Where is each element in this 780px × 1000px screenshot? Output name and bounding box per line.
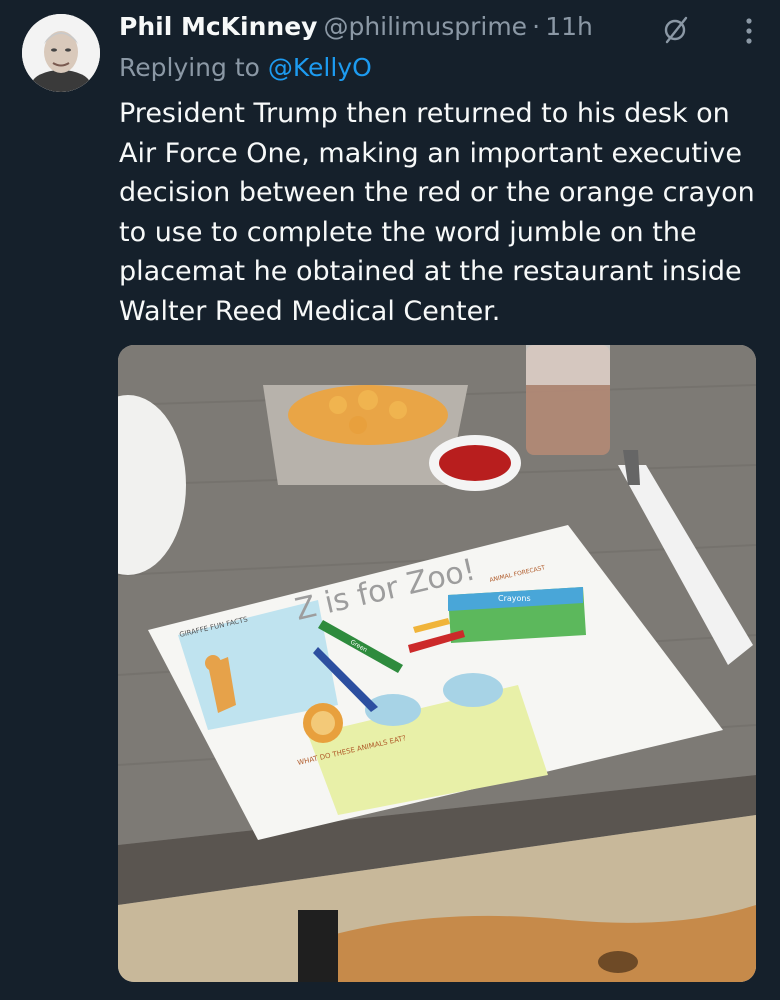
author-avatar[interactable] [22,14,100,92]
reply-mention-link[interactable]: @KellyO [268,53,372,82]
separator-dot: · [532,12,541,41]
timestamp[interactable]: 11h [545,12,593,41]
crayon-box-label: Crayons [498,594,531,603]
slash-circle-icon[interactable] [660,15,690,45]
tweet-media-photo[interactable]: Z is for Zoo! GIRAFFE FUN FACTS ANIMAL F… [118,345,756,982]
tweet-text: President Trump then returned to his des… [119,98,755,327]
tweet-header: Phil McKinney @philimusprime · 11h [119,12,760,48]
more-vertical-icon[interactable] [742,14,756,48]
author-name[interactable]: Phil McKinney [119,12,317,41]
replying-to: Replying to @KellyO [119,53,372,82]
author-handle[interactable]: @philimusprime [323,12,527,41]
avatar-photo [22,14,100,92]
placemat-photo: Z is for Zoo! GIRAFFE FUN FACTS ANIMAL F… [118,345,756,982]
reply-prefix: Replying to [119,53,260,82]
